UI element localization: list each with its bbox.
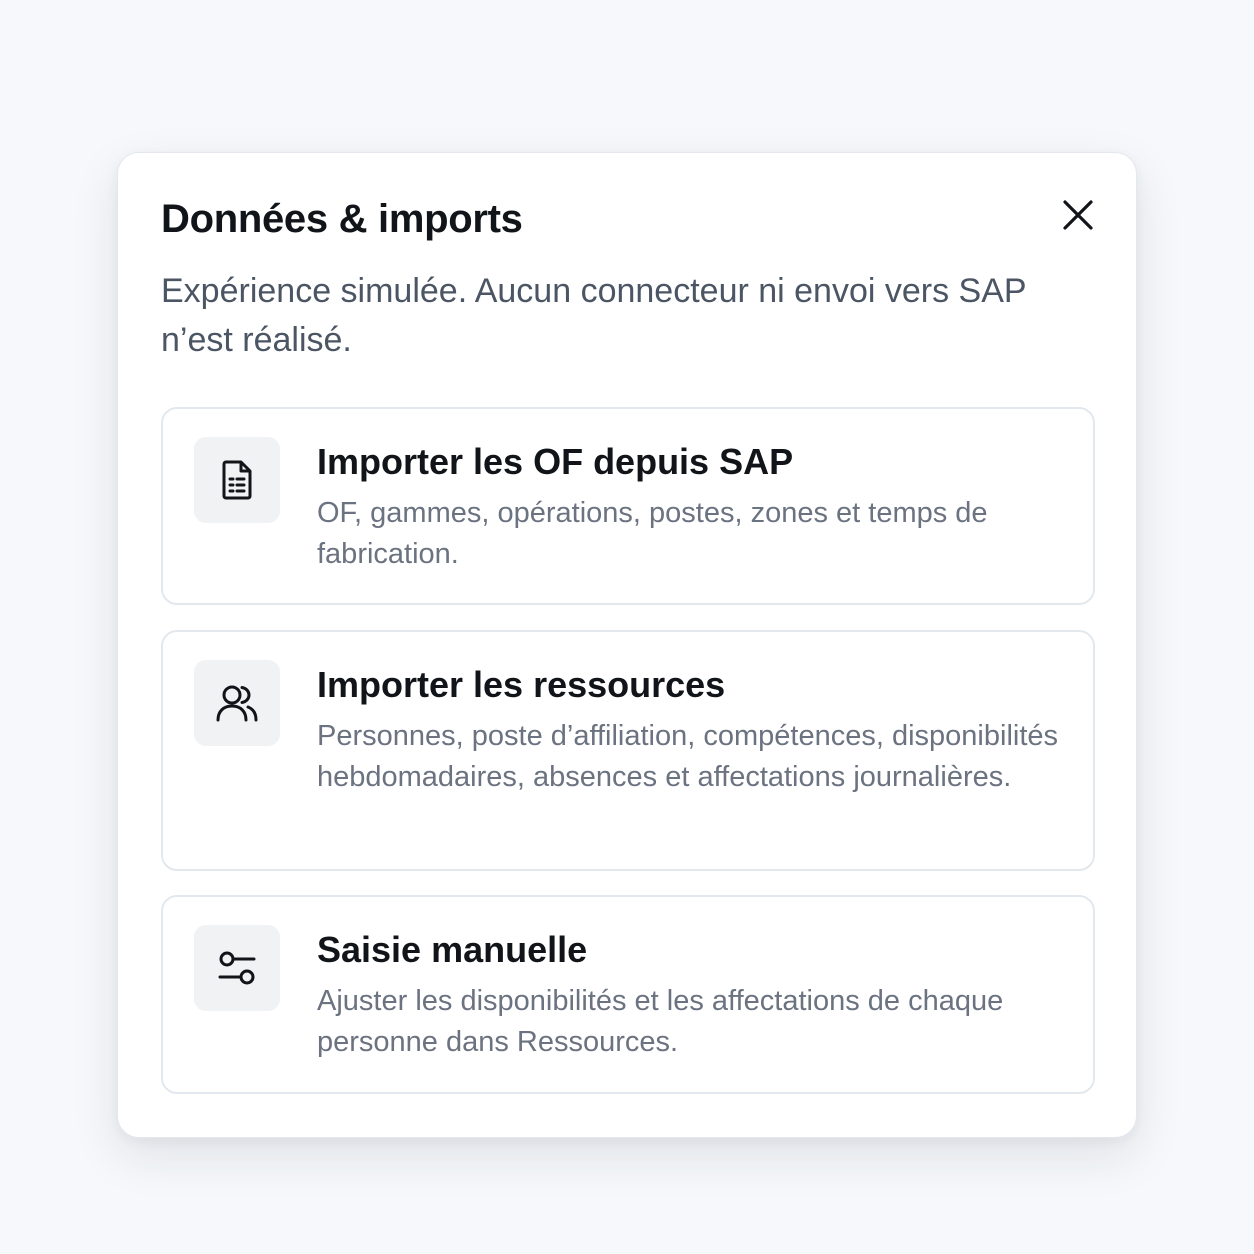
option-title: Importer les ressources bbox=[317, 664, 726, 705]
dialog-title: Données & imports bbox=[161, 197, 523, 241]
option-description: Personnes, poste d’affiliation, compéten… bbox=[317, 720, 1059, 793]
icon-tile bbox=[194, 925, 280, 1011]
document-table-icon bbox=[222, 460, 252, 500]
option-title: Saisie manuelle bbox=[317, 929, 588, 970]
option-description: OF, gammes, opérations, postes, zones et… bbox=[317, 497, 988, 570]
import-resources-option[interactable]: Importer les ressources Personnes, poste… bbox=[161, 630, 1095, 871]
option-title: Importer les OF depuis SAP bbox=[317, 441, 794, 482]
sliders-icon bbox=[218, 951, 256, 985]
data-imports-dialog: Données & imports Expérience simulée. Au… bbox=[117, 152, 1137, 1138]
manual-entry-option[interactable]: Saisie manuelle Ajuster les disponibilit… bbox=[161, 895, 1095, 1094]
dialog-subtitle: Expérience simulée. Aucun connecteur ni … bbox=[161, 272, 1026, 359]
option-description: Ajuster les disponibilités et les affect… bbox=[317, 985, 1004, 1058]
close-icon bbox=[1063, 200, 1093, 230]
users-icon bbox=[216, 685, 258, 722]
close-button[interactable] bbox=[1056, 193, 1100, 237]
import-of-sap-option[interactable]: Importer les OF depuis SAP OF, gammes, o… bbox=[161, 407, 1095, 605]
icon-tile bbox=[194, 437, 280, 523]
icon-tile bbox=[194, 660, 280, 746]
